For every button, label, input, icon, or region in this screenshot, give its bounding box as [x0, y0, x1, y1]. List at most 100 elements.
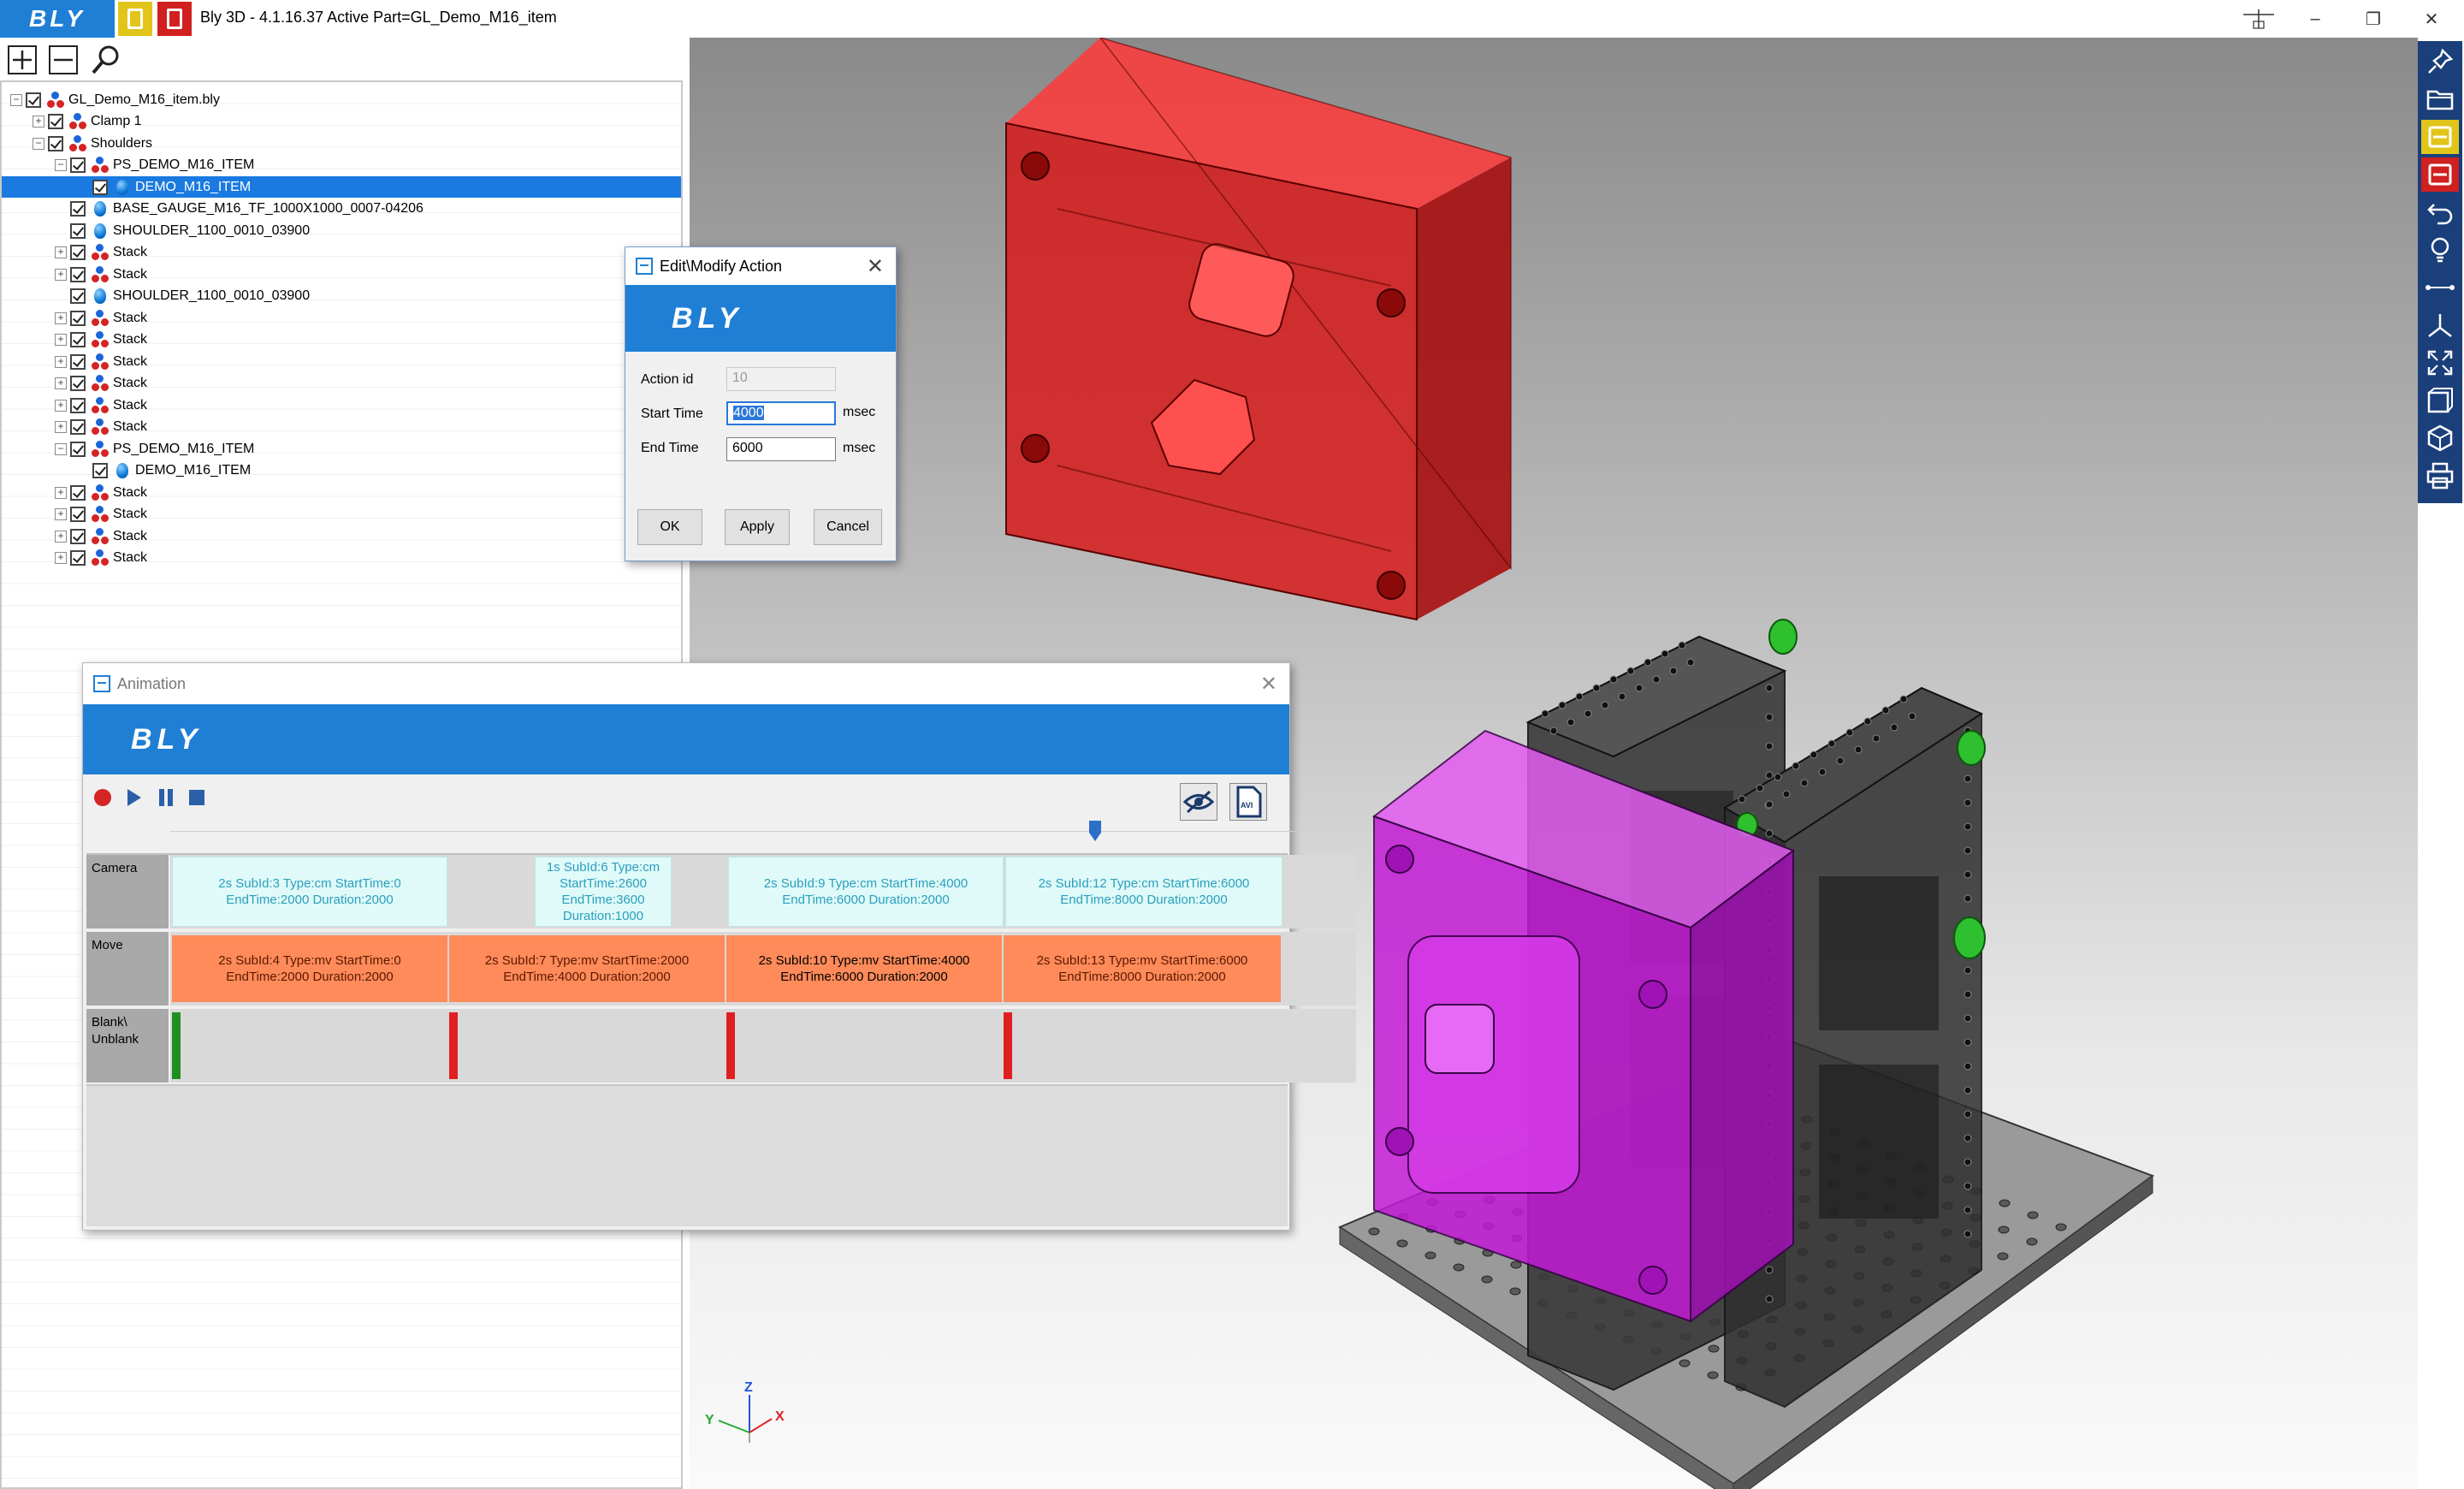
expand-icon[interactable]: +	[55, 311, 67, 324]
play-button[interactable]	[121, 785, 146, 810]
tree-item[interactable]: − GL_Demo_M16_item.bly	[10, 89, 220, 110]
tree-item[interactable]: + Stack	[55, 373, 147, 394]
tree-item[interactable]: DEMO_M16_ITEM	[2, 176, 681, 198]
tree-item[interactable]: − PS_DEMO_M16_ITEM	[55, 438, 254, 460]
open-folder-icon[interactable]	[2421, 82, 2459, 116]
visibility-checkbox[interactable]	[70, 507, 86, 522]
expand-icon[interactable]: +	[55, 377, 67, 389]
expand-icon[interactable]: +	[55, 334, 67, 346]
tree-item[interactable]: + Stack	[55, 351, 147, 372]
tree-item[interactable]: + Stack	[55, 417, 147, 438]
visibility-checkbox[interactable]	[70, 441, 86, 457]
quick-access-icon[interactable]	[2230, 0, 2288, 38]
visibility-checkbox[interactable]	[48, 114, 63, 129]
undo-icon[interactable]	[2421, 195, 2459, 229]
plus-icon[interactable]	[5, 43, 39, 77]
visibility-checkbox[interactable]	[26, 92, 41, 108]
record-button[interactable]	[90, 785, 116, 810]
fit-view-icon[interactable]	[2421, 346, 2459, 380]
visibility-checkbox[interactable]	[70, 550, 86, 566]
expand-icon[interactable]: +	[55, 355, 67, 368]
visibility-checkbox[interactable]	[70, 376, 86, 391]
yellow-panel-icon[interactable]	[2421, 120, 2459, 154]
visibility-checkbox[interactable]	[70, 419, 86, 435]
close-button[interactable]: ✕	[2402, 0, 2461, 38]
view-cube-icon[interactable]	[2421, 383, 2459, 418]
expand-icon[interactable]: +	[55, 399, 67, 412]
blank-marker[interactable]	[449, 1012, 458, 1079]
visibility-checkbox[interactable]	[70, 288, 86, 304]
camera-clip[interactable]: 1s SubId:6 Type:cm StartTime:2600 EndTime:…	[535, 857, 672, 927]
search-icon[interactable]	[89, 43, 123, 77]
tree-item[interactable]: + Stack	[55, 329, 147, 351]
tree-item[interactable]: + Stack	[55, 482, 147, 503]
minimize-button[interactable]: –	[2286, 0, 2344, 38]
playhead-handle[interactable]	[1089, 821, 1102, 841]
visibility-checkbox[interactable]	[70, 157, 86, 173]
start-time-field[interactable]: 4000	[726, 401, 836, 425]
app-logo[interactable]: BLY	[0, 0, 115, 38]
expand-icon[interactable]: +	[55, 246, 67, 258]
print-icon[interactable]	[2421, 459, 2459, 493]
visibility-checkbox[interactable]	[70, 353, 86, 370]
expand-icon[interactable]: +	[33, 116, 44, 128]
tree-item[interactable]: + Stack	[55, 242, 147, 264]
camera-clip[interactable]: 2s SubId:12 Type:cm StartTime:6000 EndTim…	[1005, 857, 1282, 927]
visibility-checkbox[interactable]	[70, 397, 86, 413]
visibility-checkbox[interactable]	[70, 266, 86, 282]
blank-marker[interactable]	[1004, 1012, 1012, 1079]
move-clip[interactable]: 2s SubId:7 Type:mv StartTime:2000 EndTime…	[449, 935, 725, 1002]
collapse-icon[interactable]: −	[55, 159, 67, 171]
pin-icon[interactable]	[2421, 44, 2459, 79]
tree-item[interactable]: + Stack	[55, 394, 147, 416]
unblank-marker[interactable]	[172, 1012, 181, 1079]
visibility-checkbox[interactable]	[92, 179, 108, 195]
tree-item[interactable]: DEMO_M16_ITEM	[77, 460, 251, 482]
tree-item[interactable]: SHOULDER_1100_0010_03900	[55, 220, 310, 241]
shaded-view-icon[interactable]	[2421, 421, 2459, 455]
move-clip[interactable]: 2s SubId:13 Type:mv StartTime:6000 EndTim…	[1004, 935, 1281, 1002]
export-avi-icon[interactable]: AVI	[1229, 783, 1267, 821]
red-mode-icon[interactable]	[157, 2, 192, 36]
tree-item[interactable]: SHOULDER_1100_0010_03900	[55, 286, 310, 307]
tree-item[interactable]: + Stack	[55, 504, 147, 525]
visibility-checkbox[interactable]	[70, 245, 86, 260]
tree-item[interactable]: + Stack	[55, 548, 147, 569]
close-icon[interactable]: ✕	[1260, 672, 1277, 697]
expand-icon[interactable]: +	[55, 421, 67, 433]
measure-icon[interactable]	[2421, 270, 2459, 305]
hide-icon[interactable]	[1180, 783, 1217, 821]
collapse-icon[interactable]: −	[33, 137, 44, 150]
camera-clip[interactable]: 2s SubId:3 Type:cm StartTime:0 EndTime:20…	[172, 857, 447, 927]
visibility-checkbox[interactable]	[70, 528, 86, 544]
tree-item[interactable]: + Clamp 1	[33, 111, 142, 133]
visibility-checkbox[interactable]	[70, 332, 86, 347]
visibility-checkbox[interactable]	[48, 135, 63, 151]
tree-item[interactable]: − Shoulders	[33, 133, 152, 154]
camera-clip[interactable]: 2s SubId:9 Type:cm StartTime:4000 EndTime…	[728, 857, 1004, 927]
cancel-button[interactable]: Cancel	[814, 509, 882, 545]
tree-item[interactable]: + Stack	[55, 264, 147, 285]
tree-item[interactable]: − PS_DEMO_M16_ITEM	[55, 155, 254, 176]
yellow-mode-icon[interactable]	[118, 2, 152, 36]
visibility-checkbox[interactable]	[92, 463, 108, 478]
tree-item[interactable]: + Stack	[55, 525, 147, 547]
minus-icon[interactable]	[46, 43, 80, 77]
expand-icon[interactable]: +	[55, 486, 67, 499]
expand-icon[interactable]: +	[55, 268, 67, 281]
stop-button[interactable]	[184, 785, 210, 810]
restore-button[interactable]: ❐	[2344, 0, 2402, 38]
blank-marker[interactable]	[726, 1012, 735, 1079]
axis-triad-icon[interactable]	[2421, 308, 2459, 342]
tree-item[interactable]: + Stack	[55, 307, 147, 329]
end-time-field[interactable]: 6000	[726, 437, 836, 461]
tree-item[interactable]: BASE_GAUGE_M16_TF_1000X1000_0007-04206	[55, 199, 424, 220]
expand-icon[interactable]: +	[55, 530, 67, 543]
ok-button[interactable]: OK	[637, 509, 702, 545]
collapse-icon[interactable]: −	[55, 442, 67, 455]
close-icon[interactable]: ✕	[867, 254, 884, 279]
collapse-icon[interactable]: −	[10, 93, 22, 106]
apply-button[interactable]: Apply	[725, 509, 790, 545]
red-panel-icon[interactable]	[2421, 157, 2459, 192]
move-clip-selected[interactable]: 2s SubId:10 Type:mv StartTime:4000 EndTim…	[726, 935, 1002, 1002]
